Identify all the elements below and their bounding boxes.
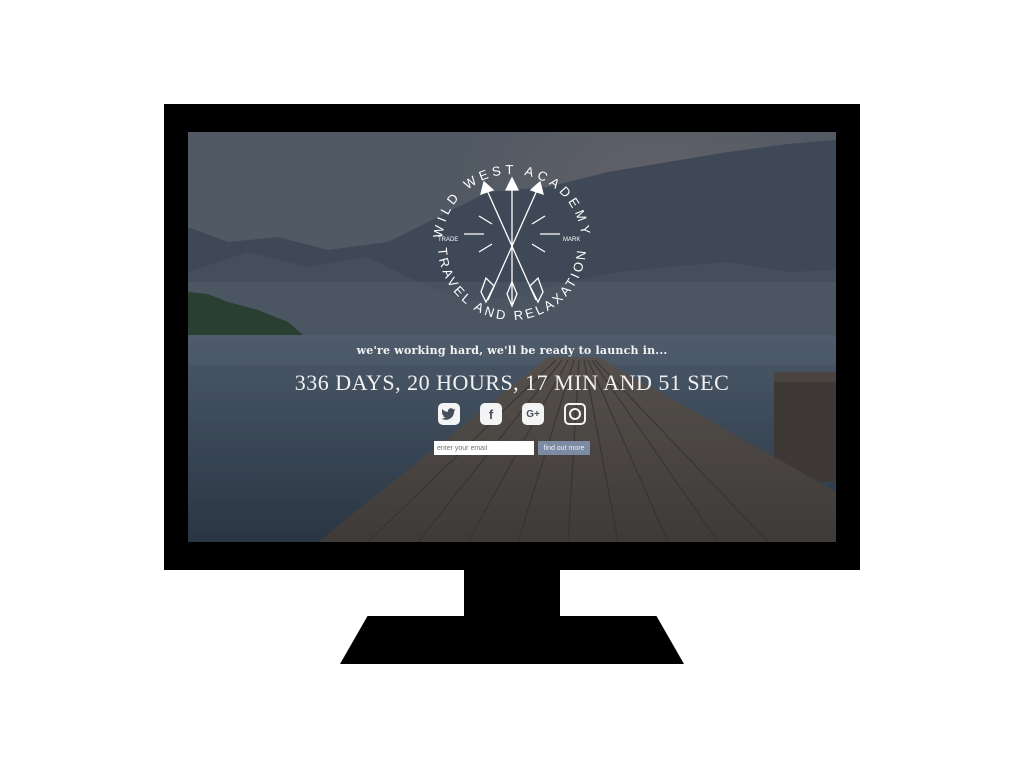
email-input[interactable] <box>434 441 534 455</box>
launch-tagline: we're working hard, we'll be ready to la… <box>356 344 668 357</box>
monitor-stand-neck <box>464 570 560 616</box>
facebook-glyph: f <box>488 406 494 422</box>
crossed-arrows-icon <box>464 176 560 308</box>
social-links: f G+ <box>438 403 586 429</box>
google-plus-glyph: G+ <box>526 408 540 420</box>
logo-trade-mark-left: TRADE <box>438 237 458 243</box>
logo-trade-mark-right: MARK <box>563 237 580 243</box>
instagram-icon[interactable] <box>564 403 586 425</box>
facebook-icon[interactable]: f <box>480 403 502 425</box>
monitor-screen: WILD WEST ACADEMY TRAVEL AND RELAXATION … <box>188 132 836 542</box>
instagram-lens <box>569 408 581 420</box>
twitter-icon[interactable] <box>438 403 460 425</box>
monitor-stand-base <box>340 616 684 664</box>
find-out-more-button[interactable]: find out more <box>538 441 590 455</box>
wild-west-academy-logo: WILD WEST ACADEMY TRAVEL AND RELAXATION … <box>430 162 590 323</box>
countdown-timer: 336 DAYS, 20 HOURS, 17 MIN AND 51 SEC <box>294 370 730 395</box>
google-plus-icon[interactable]: G+ <box>522 403 544 425</box>
